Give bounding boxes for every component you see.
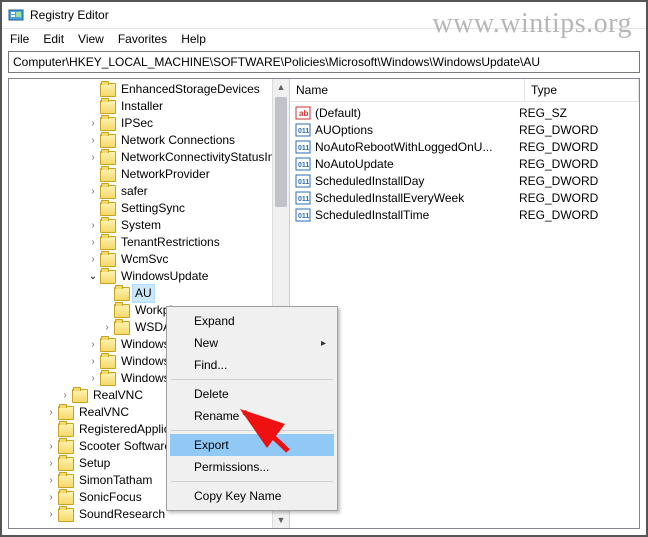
dword-value-icon: 011	[294, 139, 312, 155]
col-type[interactable]: Type	[525, 79, 639, 101]
svg-text:011: 011	[298, 145, 309, 152]
tree-node[interactable]: ›WcmSvc	[87, 251, 289, 268]
folder-icon	[100, 270, 116, 284]
tree-node[interactable]: Installer	[87, 98, 289, 115]
folder-icon	[58, 508, 74, 522]
tree-node-selected[interactable]: AU	[101, 285, 289, 302]
folder-icon	[114, 304, 130, 318]
folder-icon	[58, 406, 74, 420]
value-row[interactable]: 011 ScheduledInstallTimeREG_DWORD	[290, 206, 639, 223]
window-title: Registry Editor	[30, 8, 109, 22]
ctx-delete[interactable]: Delete	[170, 383, 334, 405]
tree-node[interactable]: SettingSync	[87, 200, 289, 217]
menu-file[interactable]: File	[4, 30, 35, 48]
folder-icon	[114, 287, 130, 301]
string-value-icon: ab	[294, 105, 312, 121]
ctx-permissions[interactable]: Permissions...	[170, 456, 334, 478]
tree-node[interactable]: ›TenantRestrictions	[87, 234, 289, 251]
svg-text:011: 011	[298, 128, 309, 135]
col-name[interactable]: Name	[290, 79, 525, 101]
context-menu: Expand New Find... Delete Rename Export …	[166, 306, 338, 511]
svg-text:011: 011	[298, 196, 309, 203]
svg-text:011: 011	[298, 179, 309, 186]
menu-view[interactable]: View	[72, 30, 110, 48]
folder-icon	[58, 491, 74, 505]
tree-node[interactable]: ›NetworkConnectivityStatusIndicator	[87, 149, 289, 166]
folder-icon	[58, 440, 74, 454]
menu-help[interactable]: Help	[175, 30, 212, 48]
svg-text:ab: ab	[299, 109, 308, 118]
dword-value-icon: 011	[294, 173, 312, 189]
tree-node[interactable]: ›IPSec	[87, 115, 289, 132]
dword-value-icon: 011	[294, 190, 312, 206]
menubar: File Edit View Favorites Help	[2, 29, 646, 49]
titlebar: Registry Editor	[2, 2, 646, 29]
menu-edit[interactable]: Edit	[37, 30, 70, 48]
folder-icon	[100, 253, 116, 267]
folder-icon	[100, 338, 116, 352]
folder-icon	[100, 219, 116, 233]
menu-favorites[interactable]: Favorites	[112, 30, 173, 48]
ctx-new[interactable]: New	[170, 332, 334, 354]
value-row[interactable]: 011 NoAutoRebootWithLoggedOnU...REG_DWOR…	[290, 138, 639, 155]
tree-node[interactable]: NetworkProvider	[87, 166, 289, 183]
folder-icon	[58, 423, 74, 437]
tree-node[interactable]: ›safer	[87, 183, 289, 200]
ctx-find[interactable]: Find...	[170, 354, 334, 376]
folder-icon	[100, 355, 116, 369]
list-header: Name Type	[290, 79, 639, 102]
svg-text:011: 011	[298, 213, 309, 220]
folder-icon	[100, 100, 116, 114]
folder-icon	[100, 117, 116, 131]
value-row[interactable]: 011 ScheduledInstallDayREG_DWORD	[290, 172, 639, 189]
tree-node[interactable]: ›System	[87, 217, 289, 234]
address-bar[interactable]: Computer\HKEY_LOCAL_MACHINE\SOFTWARE\Pol…	[8, 51, 640, 73]
ctx-expand[interactable]: Expand	[170, 310, 334, 332]
value-row[interactable]: ab (Default)REG_SZ	[290, 104, 639, 121]
tree-node[interactable]: ⌄WindowsUpdate	[87, 268, 289, 285]
values-pane: Name Type ab (Default)REG_SZ 011 AUOptio…	[290, 79, 639, 528]
folder-icon	[58, 457, 74, 471]
regedit-icon	[8, 7, 24, 23]
tree-node[interactable]: EnhancedStorageDevices	[87, 81, 289, 98]
scroll-down-icon[interactable]: ▼	[273, 512, 289, 528]
dword-value-icon: 011	[294, 156, 312, 172]
folder-icon	[100, 185, 116, 199]
folder-icon	[100, 372, 116, 386]
scroll-thumb[interactable]	[275, 97, 287, 207]
dword-value-icon: 011	[294, 207, 312, 223]
folder-icon	[114, 321, 130, 335]
folder-icon	[100, 83, 116, 97]
value-row[interactable]: 011 ScheduledInstallEveryWeekREG_DWORD	[290, 189, 639, 206]
scroll-up-icon[interactable]: ▲	[273, 79, 289, 95]
ctx-export[interactable]: Export	[170, 434, 334, 456]
folder-icon	[100, 151, 116, 165]
folder-icon	[72, 389, 88, 403]
value-row[interactable]: 011 AUOptionsREG_DWORD	[290, 121, 639, 138]
ctx-rename[interactable]: Rename	[170, 405, 334, 427]
ctx-copy-key-name[interactable]: Copy Key Name	[170, 485, 334, 507]
value-row[interactable]: 011 NoAutoUpdateREG_DWORD	[290, 155, 639, 172]
folder-icon	[58, 474, 74, 488]
ctx-separator	[171, 430, 333, 431]
svg-text:011: 011	[298, 162, 309, 169]
folder-icon	[100, 134, 116, 148]
ctx-separator	[171, 481, 333, 482]
ctx-separator	[171, 379, 333, 380]
tree-node[interactable]: ›Network Connections	[87, 132, 289, 149]
folder-icon	[100, 236, 116, 250]
dword-value-icon: 011	[294, 122, 312, 138]
folder-icon	[100, 168, 116, 182]
folder-icon	[100, 202, 116, 216]
